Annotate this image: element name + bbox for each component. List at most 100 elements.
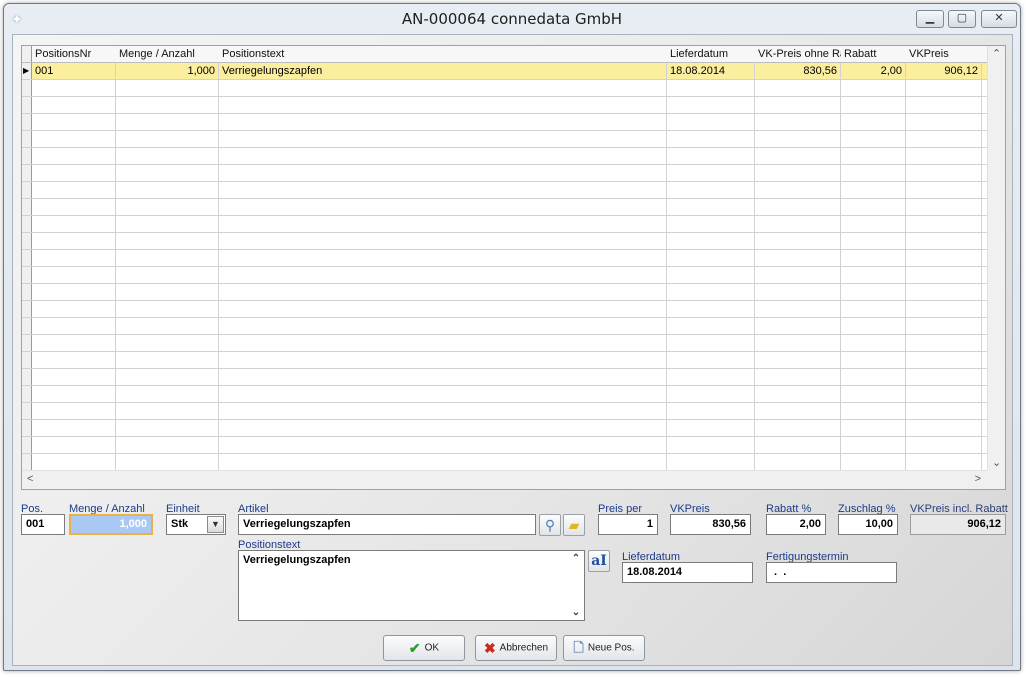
textarea-scroll-up-icon[interactable]: ⌃ bbox=[570, 553, 582, 564]
chevron-down-icon[interactable]: ▼ bbox=[207, 516, 224, 533]
empty-cell bbox=[219, 386, 667, 402]
empty-cell bbox=[32, 148, 116, 164]
empty-cell bbox=[755, 386, 841, 402]
empty-cell bbox=[755, 352, 841, 368]
vkpreis-input[interactable]: 830,56 bbox=[670, 514, 751, 535]
cell-rabatt[interactable]: 2,00 bbox=[841, 63, 906, 79]
minimize-button[interactable]: ▁ bbox=[916, 10, 944, 28]
empty-cell bbox=[667, 454, 755, 470]
empty-cell bbox=[841, 80, 906, 96]
empty-cell bbox=[116, 97, 219, 113]
grid-body: PositionsNr Menge / Anzahl Positionstext… bbox=[22, 46, 987, 471]
empty-cell bbox=[22, 437, 32, 453]
column-header-vkpreis[interactable]: VKPreis bbox=[906, 46, 982, 62]
menge-input[interactable]: 1,000 bbox=[69, 514, 153, 535]
empty-cell bbox=[667, 369, 755, 385]
preis-per-input[interactable]: 1 bbox=[598, 514, 658, 535]
empty-cell bbox=[906, 369, 982, 385]
empty-cell bbox=[841, 165, 906, 181]
empty-cell bbox=[219, 199, 667, 215]
new-position-button[interactable]: 🗋 Neue Pos. bbox=[563, 635, 645, 661]
empty-cell bbox=[219, 182, 667, 198]
empty-cell bbox=[841, 352, 906, 368]
empty-grid-row bbox=[22, 97, 987, 114]
document-icon: 🗋 bbox=[573, 640, 584, 655]
empty-cell bbox=[755, 335, 841, 351]
empty-cell bbox=[667, 148, 755, 164]
empty-cell bbox=[116, 114, 219, 130]
maximize-button[interactable]: ▢ bbox=[948, 10, 976, 28]
search-button[interactable]: ⚲ bbox=[539, 514, 561, 536]
ok-button[interactable]: ✔ OK bbox=[383, 635, 465, 661]
open-folder-button[interactable]: ▰ bbox=[563, 514, 585, 536]
scroll-left-icon[interactable]: < bbox=[27, 473, 33, 485]
empty-cell bbox=[906, 284, 982, 300]
scroll-up-icon[interactable]: ⌃ bbox=[992, 47, 1001, 60]
empty-cell bbox=[219, 148, 667, 164]
empty-cell bbox=[22, 420, 32, 436]
positionstext-textarea[interactable]: Verriegelungszapfen ⌃ ⌄ bbox=[238, 550, 585, 621]
empty-cell bbox=[667, 114, 755, 130]
empty-cell bbox=[841, 284, 906, 300]
positions-grid[interactable]: PositionsNr Menge / Anzahl Positionstext… bbox=[21, 45, 1006, 490]
pos-input[interactable]: 001 bbox=[21, 514, 65, 535]
text-format-button[interactable]: aI bbox=[588, 550, 610, 572]
empty-cell bbox=[219, 420, 667, 436]
empty-cell bbox=[906, 80, 982, 96]
column-header-rabatt[interactable]: Rabatt bbox=[841, 46, 906, 62]
empty-cell bbox=[32, 301, 116, 317]
empty-cell bbox=[906, 97, 982, 113]
lieferdatum-input[interactable]: 18.08.2014 bbox=[622, 562, 753, 583]
cell-vk-preis-ohne-rabatt[interactable]: 830,56 bbox=[755, 63, 841, 79]
empty-grid-row bbox=[22, 165, 987, 182]
empty-cell bbox=[22, 335, 32, 351]
empty-grid-row bbox=[22, 267, 987, 284]
close-button[interactable]: ✕ bbox=[981, 10, 1017, 28]
textarea-scroll-down-icon[interactable]: ⌄ bbox=[570, 607, 582, 618]
cancel-button[interactable]: ✖ Abbrechen bbox=[475, 635, 557, 661]
empty-cell bbox=[116, 233, 219, 249]
empty-cell bbox=[906, 182, 982, 198]
empty-cell bbox=[841, 437, 906, 453]
empty-cell bbox=[841, 318, 906, 334]
empty-cell bbox=[116, 369, 219, 385]
empty-cell bbox=[116, 318, 219, 334]
rabatt-input[interactable]: 2,00 bbox=[766, 514, 826, 535]
column-header-menge[interactable]: Menge / Anzahl bbox=[116, 46, 219, 62]
fertigungstermin-input[interactable]: . . bbox=[766, 562, 897, 583]
column-header-lieferdatum[interactable]: Lieferdatum bbox=[667, 46, 755, 62]
cell-positionsnr[interactable]: 001 bbox=[32, 63, 116, 79]
empty-cell bbox=[32, 420, 116, 436]
column-header-vk-preis-ohne-rabatt[interactable]: VK-Preis ohne Ra bbox=[755, 46, 841, 62]
empty-cell bbox=[755, 267, 841, 283]
magnifier-icon: ⚲ bbox=[544, 517, 556, 533]
empty-cell bbox=[906, 318, 982, 334]
zuschlag-input[interactable]: 10,00 bbox=[838, 514, 898, 535]
empty-cell bbox=[22, 165, 32, 181]
grid-vertical-scrollbar[interactable]: ⌃ ⌄ bbox=[987, 46, 1005, 471]
empty-cell bbox=[22, 131, 32, 147]
empty-cell bbox=[841, 199, 906, 215]
column-header-positionstext[interactable]: Positionstext bbox=[219, 46, 667, 62]
cell-lieferdatum[interactable]: 18.08.2014 bbox=[667, 63, 755, 79]
cell-vkpreis[interactable]: 906,12 bbox=[906, 63, 982, 79]
einheit-select[interactable]: Stk ▼ bbox=[166, 514, 226, 535]
artikel-input[interactable]: Verriegelungszapfen bbox=[238, 514, 536, 535]
empty-cell bbox=[755, 437, 841, 453]
cell-menge[interactable]: 1,000 bbox=[116, 63, 219, 79]
empty-grid-row bbox=[22, 250, 987, 267]
cell-positionstext[interactable]: Verriegelungszapfen bbox=[219, 63, 667, 79]
empty-grid-row bbox=[22, 216, 987, 233]
table-row[interactable]: ▶ 001 1,000 Verriegelungszapfen 18.08.20… bbox=[22, 63, 987, 80]
empty-cell bbox=[22, 454, 32, 470]
scroll-right-icon[interactable]: > bbox=[975, 473, 981, 485]
empty-cell bbox=[32, 284, 116, 300]
empty-cell bbox=[32, 267, 116, 283]
column-header-positionsnr[interactable]: PositionsNr bbox=[32, 46, 116, 62]
empty-grid-row bbox=[22, 233, 987, 250]
empty-cell bbox=[32, 437, 116, 453]
empty-cell bbox=[219, 284, 667, 300]
empty-cell bbox=[667, 199, 755, 215]
scroll-down-icon[interactable]: ⌄ bbox=[992, 456, 1001, 469]
grid-horizontal-scrollbar[interactable]: < > bbox=[22, 470, 987, 489]
